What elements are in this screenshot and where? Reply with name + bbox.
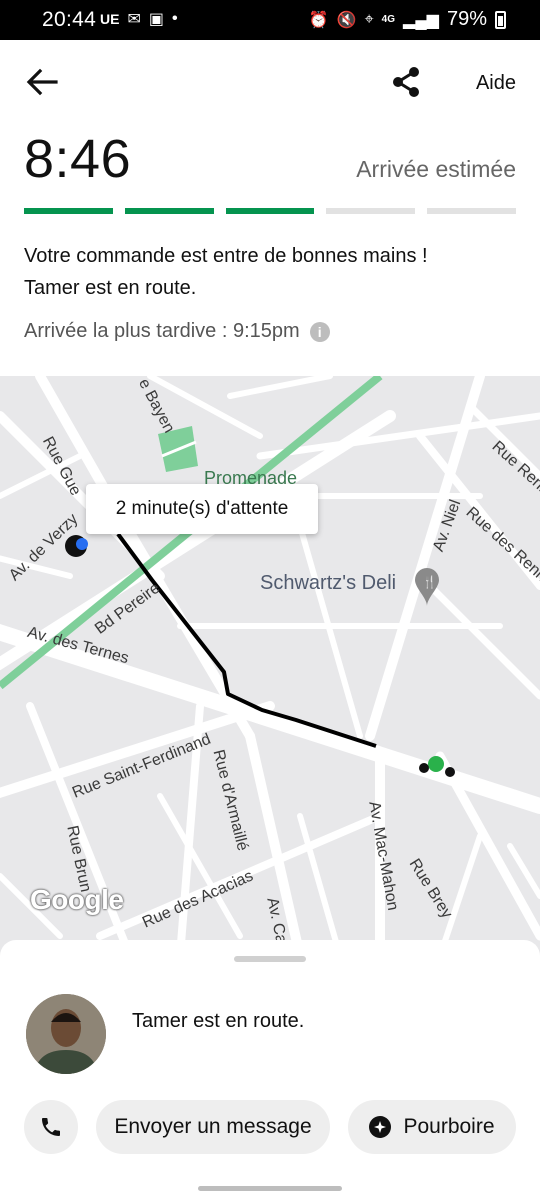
arrow-left-icon [26, 68, 58, 96]
call-button[interactable] [24, 1100, 78, 1154]
tip-label: Pourboire [403, 1115, 495, 1138]
status-bar: 20:44 UE ✉ ▣ • ⏰ 🔇 ⌖ 4G ▂▄▆ 79% [0, 0, 540, 40]
status-left-icons: UE ✉ ▣ • [100, 9, 178, 29]
order-message-line2: Tamer est en route. [24, 277, 197, 299]
gmail-icon: ✉ [127, 11, 141, 28]
phone-icon [42, 1118, 60, 1136]
eta-time: 8:46 [24, 129, 132, 189]
svg-text:🍴: 🍴 [422, 575, 437, 589]
4g-icon: 4G [381, 14, 396, 25]
app-icon: ▣ [148, 11, 164, 28]
mute-icon: 🔇 [336, 11, 357, 29]
avatar [26, 994, 106, 1074]
bottom-sheet: Tamer est en route. Envoyer un message P… [0, 940, 540, 1200]
battery-icon [495, 10, 506, 29]
driver-photo [26, 994, 106, 1074]
progress-segment [326, 208, 416, 214]
location-icon: ⌖ [364, 10, 374, 28]
order-message-line1: Votre commande est entre de bonnes mains… [24, 245, 428, 267]
latest-arrival: Arrivée la plus tardive : 9:15pm i [24, 320, 330, 343]
battery-percent: 79% [446, 8, 487, 30]
eta-label: Arrivée estimée [356, 156, 516, 182]
home-indicator[interactable] [198, 1186, 342, 1191]
share-icon [393, 67, 419, 97]
google-logo: Google [30, 884, 124, 915]
map-view[interactable]: 🍴 e Bayen Promenade Rue Gue Av. de Verzy… [0, 376, 540, 956]
delivery-progress-bar [24, 208, 516, 214]
latest-arrival-text: Arrivée la plus tardive : 9:15pm [24, 320, 300, 342]
progress-segment [124, 208, 214, 214]
alarm-icon: ⏰ [308, 11, 329, 29]
ue-icon: UE [100, 11, 120, 27]
dot-icon: • [171, 10, 178, 27]
progress-segment [225, 208, 315, 214]
share-button[interactable] [388, 64, 424, 100]
info-icon[interactable]: i [309, 321, 330, 342]
send-message-button[interactable]: Envoyer un message [96, 1100, 330, 1154]
tip-star-icon [369, 1116, 392, 1138]
progress-segment [427, 208, 516, 214]
signal-icon: ▂▄▆ [403, 11, 439, 29]
status-right-icons: ⏰ 🔇 ⌖ 4G ▂▄▆ 79% [309, 8, 506, 31]
tip-button[interactable]: Pourboire [348, 1100, 516, 1154]
status-time: 20:44 [42, 8, 97, 31]
progress-segment [24, 208, 113, 214]
back-button[interactable] [22, 62, 62, 102]
driver-status: Tamer est en route. [132, 1010, 305, 1032]
order-message: Votre commande est entre de bonnes mains… [24, 240, 514, 304]
drag-handle[interactable] [234, 956, 306, 962]
wait-time-tooltip: 2 minute(s) d'attente [86, 484, 318, 534]
restaurant-label[interactable]: Schwartz's Deli [260, 572, 396, 595]
help-link[interactable]: Aide [476, 72, 516, 95]
